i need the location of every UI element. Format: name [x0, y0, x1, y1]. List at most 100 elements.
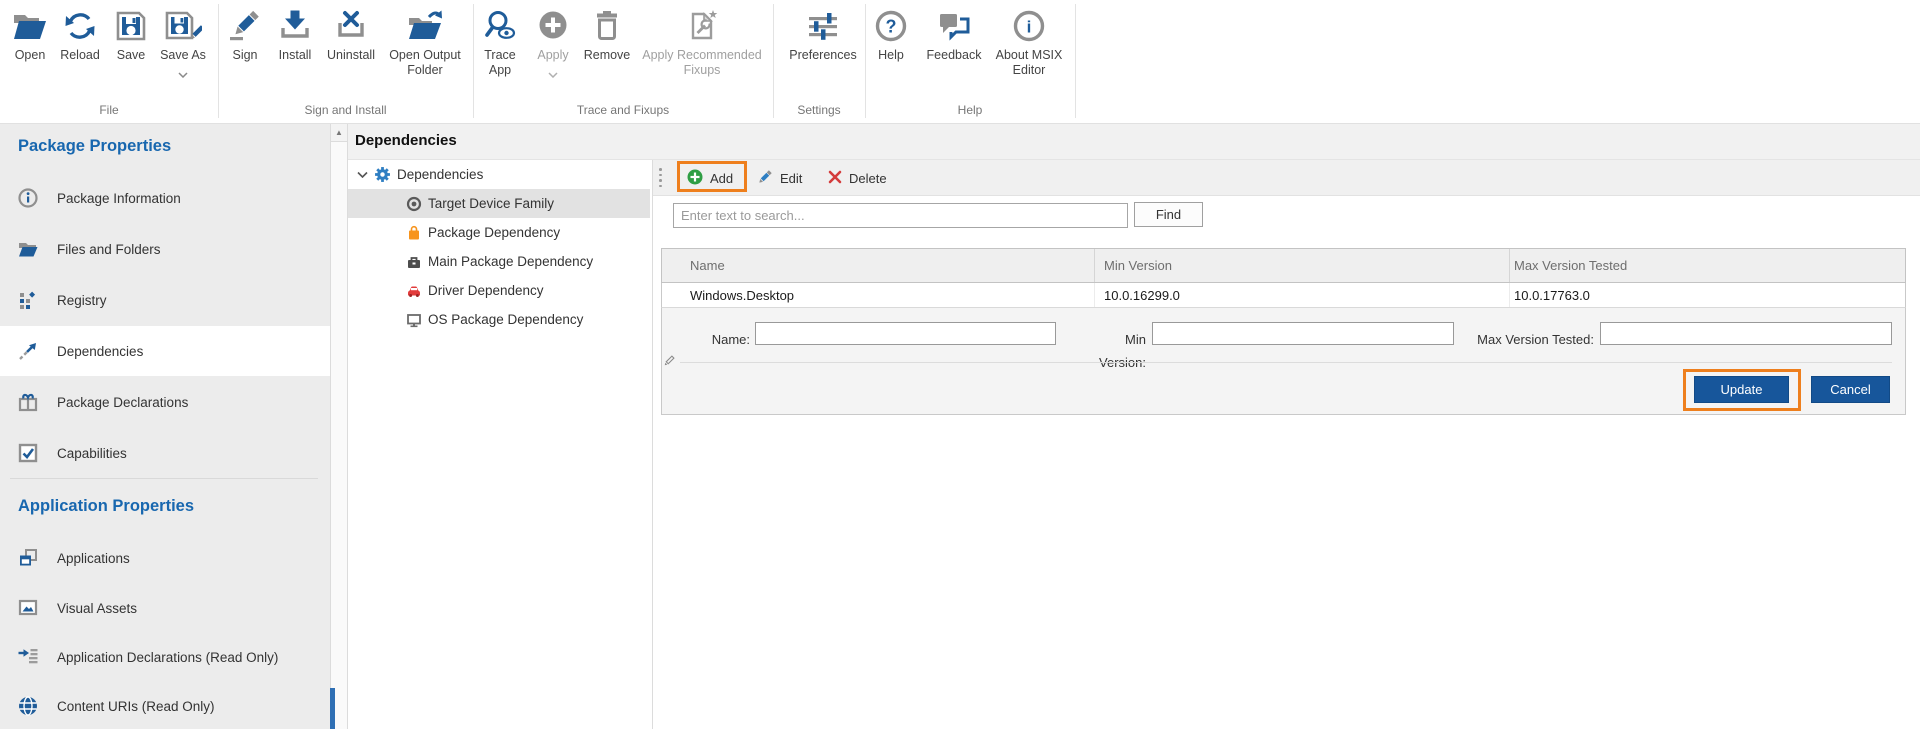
apply-recommended-fixups-button[interactable]: Apply Recommended Fixups — [638, 6, 766, 78]
tree-node-label: Target Device Family — [428, 196, 554, 211]
max-version-tested-field[interactable] — [1600, 322, 1892, 345]
reload-button[interactable]: Reload — [54, 6, 106, 63]
grid-header-row: Name Min Version Max Version Tested — [661, 248, 1906, 283]
sidebar-item-label: Applications — [57, 551, 130, 566]
ribbon-group-label-file: File — [0, 103, 218, 121]
sidebar-item-label: Package Information — [57, 191, 181, 206]
sidebar-item-capabilities[interactable]: Capabilities — [0, 428, 330, 478]
uninstall-label: Uninstall — [320, 48, 382, 63]
open-output-folder-label: Open Output Folder — [381, 48, 469, 78]
uninstall-button[interactable]: Uninstall — [320, 6, 382, 63]
min-version-field-label: Min Version: — [1075, 328, 1146, 351]
toolbar-grip-handle[interactable] — [659, 168, 662, 187]
chevron-down-icon[interactable] — [357, 171, 368, 178]
sidebar-scrollbar[interactable]: ▲ — [330, 124, 348, 729]
sidebar-item-package-declarations[interactable]: Package Declarations — [0, 377, 330, 427]
column-header-max-version-tested[interactable]: Max Version Tested — [1510, 249, 1905, 282]
trace-app-button[interactable]: Trace App — [476, 6, 524, 78]
save-as-label: Save As — [155, 48, 211, 63]
page-title: Dependencies — [355, 132, 457, 149]
chevron-down-icon — [155, 65, 211, 83]
tree-node-label: OS Package Dependency — [428, 312, 583, 327]
install-button[interactable]: Install — [270, 6, 320, 63]
dependencies-icon — [16, 340, 40, 362]
add-circle-icon — [687, 169, 703, 188]
sidebar-section-divider — [10, 478, 318, 479]
find-button[interactable]: Find — [1134, 202, 1203, 227]
tree-node-package-dependency[interactable]: Package Dependency — [348, 218, 650, 247]
sidebar-item-application-declarations[interactable]: Application Declarations (Read Only) — [0, 632, 330, 682]
delete-button[interactable]: Delete — [828, 160, 887, 196]
toolbox-icon — [406, 254, 422, 270]
about-msix-editor-label: About MSIX Editor — [990, 48, 1068, 78]
globe-icon — [16, 695, 40, 717]
table-row[interactable]: Windows.Desktop 10.0.16299.0 10.0.17763.… — [661, 283, 1906, 308]
sidebar-item-files-and-folders[interactable]: Files and Folders — [0, 224, 330, 274]
open-button[interactable]: Open — [6, 6, 54, 63]
sign-icon — [223, 6, 267, 46]
tree-node-dependencies[interactable]: Dependencies — [348, 160, 650, 189]
sign-button[interactable]: Sign — [223, 6, 267, 63]
ribbon-group-label-help: Help — [865, 103, 1075, 121]
preferences-button[interactable]: Preferences — [785, 6, 861, 63]
tree-node-os-package-dependency[interactable]: OS Package Dependency — [348, 305, 650, 334]
sidebar-item-package-information[interactable]: Package Information — [0, 173, 330, 223]
tree-node-label: Dependencies — [397, 167, 483, 182]
sidebar-header-package-properties: Package Properties — [18, 137, 171, 156]
sidebar-item-content-uris[interactable]: Content URIs (Read Only) — [0, 681, 330, 731]
sidebar-header-application-properties: Application Properties — [18, 497, 194, 516]
sidebar-item-label: Registry — [57, 293, 107, 308]
cancel-button[interactable]: Cancel — [1811, 376, 1890, 403]
gear-icon — [374, 166, 391, 183]
about-msix-editor-button[interactable]: i About MSIX Editor — [990, 6, 1068, 78]
apply-button[interactable]: Apply — [529, 6, 577, 83]
cell-max-version-tested: 10.0.17763.0 — [1510, 283, 1905, 307]
open-label: Open — [6, 48, 54, 63]
tree-node-driver-dependency[interactable]: Driver Dependency — [348, 276, 650, 305]
search-input[interactable] — [673, 203, 1128, 228]
open-icon — [6, 6, 54, 46]
sidebar-item-applications[interactable]: Applications — [0, 533, 330, 583]
update-button[interactable]: Update — [1694, 376, 1789, 403]
help-icon: ? — [869, 6, 913, 46]
sidebar-item-label: Application Declarations (Read Only) — [57, 650, 278, 665]
column-header-name[interactable]: Name — [662, 249, 1095, 282]
feedback-button[interactable]: Feedback — [922, 6, 986, 63]
details-pane: Add Edit Delete Find Name Min Version Ma… — [652, 160, 1920, 729]
add-button[interactable]: Add — [687, 160, 733, 196]
scroll-up-arrow-icon[interactable]: ▲ — [331, 124, 347, 142]
car-icon — [406, 283, 422, 299]
help-button[interactable]: ? Help — [869, 6, 913, 63]
save-as-button[interactable]: Save As — [155, 6, 211, 83]
sidebar-scrollbar-thumb[interactable] — [330, 688, 335, 729]
sidebar-item-dependencies[interactable]: Dependencies — [0, 326, 330, 376]
column-header-min-version[interactable]: Min Version — [1095, 249, 1510, 282]
sidebar-item-visual-assets[interactable]: Visual Assets — [0, 583, 330, 633]
open-output-folder-button[interactable]: Open Output Folder — [381, 6, 469, 78]
sidebar: Package Properties Package Information F… — [0, 124, 330, 729]
sidebar-item-registry[interactable]: Registry — [0, 275, 330, 325]
edit-button[interactable]: Edit — [757, 160, 802, 196]
save-label: Save — [109, 48, 153, 63]
min-version-field[interactable] — [1152, 322, 1454, 345]
content-header-band: Dependencies — [348, 124, 1920, 160]
open-output-folder-icon — [381, 6, 469, 46]
apply-icon — [529, 6, 577, 46]
cell-name: Windows.Desktop — [662, 283, 1095, 307]
save-as-icon — [155, 6, 211, 46]
tree-node-target-device-family[interactable]: Target Device Family — [348, 189, 650, 218]
pencil-icon — [757, 169, 773, 188]
name-field[interactable] — [755, 322, 1056, 345]
ribbon-group-divider — [218, 4, 219, 118]
details-toolbar: Add Edit Delete — [653, 160, 1920, 196]
save-button[interactable]: Save — [109, 6, 153, 63]
remove-label: Remove — [579, 48, 635, 63]
tree-node-label: Package Dependency — [428, 225, 560, 240]
info-icon — [16, 187, 40, 209]
remove-button[interactable]: Remove — [579, 6, 635, 63]
help-label: Help — [869, 48, 913, 63]
tree-node-main-package-dependency[interactable]: Main Package Dependency — [348, 247, 650, 276]
install-icon — [270, 6, 320, 46]
sidebar-item-label: Visual Assets — [57, 601, 137, 616]
monitor-icon — [406, 312, 422, 328]
